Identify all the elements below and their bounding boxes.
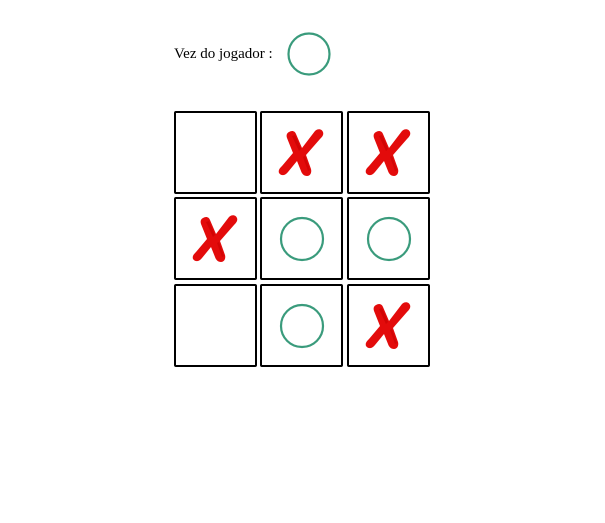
game-board xyxy=(174,111,433,370)
cross-x-icon xyxy=(365,128,410,176)
turn-label: Vez do jogador : xyxy=(174,45,273,62)
circle-o-icon xyxy=(366,216,411,261)
turn-indicator: Vez do jogador : xyxy=(174,32,331,76)
board-cell-1[interactable] xyxy=(174,111,257,194)
current-player-o-icon xyxy=(287,32,331,76)
board-cell-5[interactable] xyxy=(260,197,343,280)
board-cell-9[interactable] xyxy=(347,284,430,367)
cross-x-icon xyxy=(192,214,237,262)
cross-x-icon xyxy=(278,128,323,176)
board-cell-6[interactable] xyxy=(347,197,430,280)
board-cell-4[interactable] xyxy=(174,197,257,280)
circle-o-icon xyxy=(279,303,324,348)
board-cell-7[interactable] xyxy=(174,284,257,367)
board-cell-8[interactable] xyxy=(260,284,343,367)
circle-o-icon xyxy=(279,216,324,261)
board-cell-3[interactable] xyxy=(347,111,430,194)
board-cell-2[interactable] xyxy=(260,111,343,194)
cross-x-icon xyxy=(365,301,410,349)
